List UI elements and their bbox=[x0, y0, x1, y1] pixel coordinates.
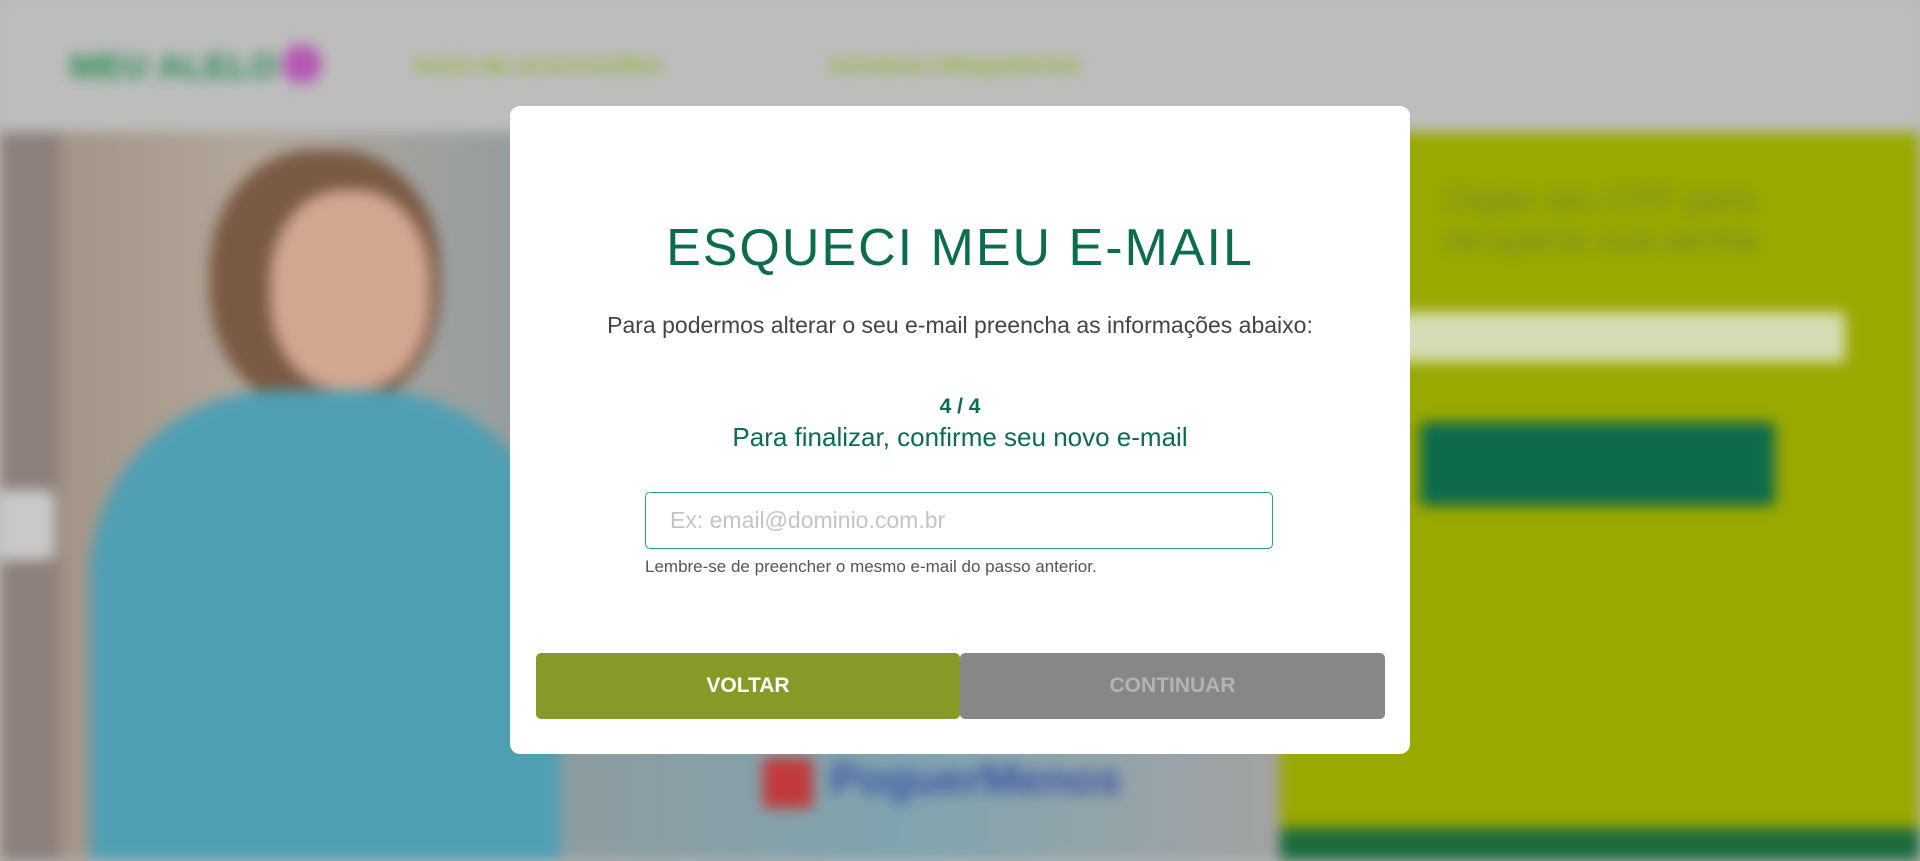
modal-subtitle: Para podermos alterar o seu e-mail preen… bbox=[607, 312, 1313, 338]
bg-logo: MEU ALELO bbox=[70, 48, 278, 86]
bg-panel-title: Digite seu CPF para recuperar sua senha bbox=[1444, 181, 1756, 259]
bg-carousel-back-button bbox=[0, 490, 55, 560]
bg-brand: PoguerMenos bbox=[830, 755, 1121, 804]
bg-nav-item: DÚVIDAS FREQUENTES bbox=[830, 56, 1081, 78]
bg-nav-item: RAZA NE ACATIVIÇÕES bbox=[415, 56, 663, 78]
continue-button[interactable]: CONTINUAR bbox=[960, 653, 1385, 719]
bg-logo-icon bbox=[282, 44, 322, 84]
bg-person-body bbox=[90, 390, 560, 861]
bg-panel-button bbox=[1420, 422, 1775, 506]
modal-title: ESQUECI MEU E-MAIL bbox=[666, 219, 1254, 277]
back-button[interactable]: VOLTAR bbox=[536, 653, 960, 719]
bg-panel-input bbox=[1380, 312, 1845, 362]
bg-panel-footer bbox=[1280, 828, 1920, 861]
step-counter: 4 / 4 bbox=[939, 395, 981, 418]
bg-person-face bbox=[270, 190, 430, 390]
forgot-email-modal: ESQUECI MEU E-MAIL Para podermos alterar… bbox=[510, 106, 1410, 754]
email-hint: Lembre-se de preencher o mesmo e-mail do… bbox=[645, 557, 1097, 576]
confirm-email-input[interactable] bbox=[645, 492, 1273, 549]
bg-brand-cross-icon bbox=[763, 758, 813, 808]
step-instruction: Para finalizar, confirme seu novo e-mail bbox=[732, 422, 1188, 452]
